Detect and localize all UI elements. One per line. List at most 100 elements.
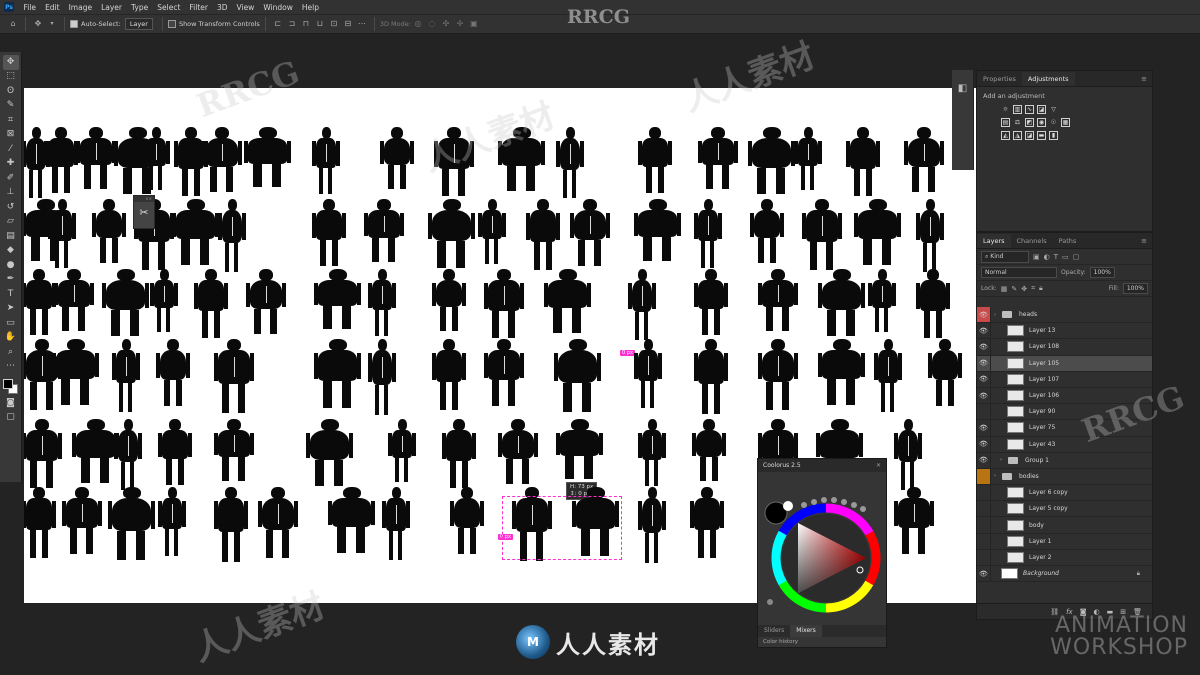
robot-silhouette[interactable]: [92, 199, 126, 263]
robot-silhouette[interactable]: [928, 339, 962, 406]
robot-silhouette[interactable]: [794, 127, 822, 190]
quick-mask-icon[interactable]: ◙: [3, 396, 19, 411]
robot-silhouette[interactable]: [818, 269, 865, 336]
robot-silhouette[interactable]: [368, 269, 396, 336]
coolorus-titlebar[interactable]: Coolorus 2.5 ✕: [758, 459, 886, 472]
transform-selection-box[interactable]: [502, 496, 622, 560]
visibility-eye-icon[interactable]: 👁︎: [977, 436, 991, 452]
robot-silhouette[interactable]: [450, 487, 484, 554]
layer-row[interactable]: 👁︎ Layer 106: [977, 387, 1152, 405]
color-balance-icon[interactable]: ⚖: [1013, 118, 1022, 127]
gradient-map-icon[interactable]: ▬: [1037, 131, 1046, 140]
menu-help[interactable]: Help: [297, 3, 323, 12]
lock-pixels-icon[interactable]: ✎: [1011, 285, 1017, 293]
black-white-icon[interactable]: ◩: [1025, 118, 1034, 127]
robot-silhouette[interactable]: [874, 339, 902, 412]
robot-silhouette[interactable]: [380, 127, 414, 189]
robot-silhouette[interactable]: [634, 339, 662, 408]
move-tool-preset-icon[interactable]: ✥: [33, 19, 43, 29]
robot-silhouette[interactable]: [44, 127, 78, 193]
robot-silhouette[interactable]: [556, 419, 603, 479]
robot-silhouette[interactable]: [544, 269, 591, 333]
robot-silhouette[interactable]: [692, 419, 726, 481]
channel-mixer-icon[interactable]: ☉: [1049, 118, 1058, 127]
align-center-icon[interactable]: ⊐: [287, 19, 297, 29]
home-icon[interactable]: ⌂: [8, 19, 18, 29]
history-brush-icon[interactable]: ↺: [3, 200, 19, 215]
menu-filter[interactable]: Filter: [185, 3, 213, 12]
color-swatches[interactable]: [2, 378, 20, 396]
visibility-eye-icon[interactable]: 👁︎: [977, 452, 991, 468]
lock-artboard-icon[interactable]: ⌗: [1031, 284, 1035, 293]
robot-silhouette[interactable]: [498, 127, 545, 191]
align-top-icon[interactable]: ⊔: [315, 19, 325, 29]
panel-menu-icon[interactable]: ≡: [1136, 72, 1152, 86]
brightness-icon[interactable]: ☼: [1001, 105, 1010, 114]
robot-silhouette[interactable]: [172, 199, 219, 265]
healing-brush-icon[interactable]: ✚: [3, 157, 19, 172]
robot-silhouette[interactable]: [818, 339, 865, 405]
robot-silhouette[interactable]: [854, 199, 901, 265]
brush-tool-icon[interactable]: ✐: [3, 171, 19, 186]
lasso-tool-icon[interactable]: ʘ: [3, 84, 19, 99]
menu-select[interactable]: Select: [153, 3, 185, 12]
tab-channels[interactable]: Channels: [1011, 234, 1053, 248]
chevron-right-icon[interactable]: ›: [991, 312, 999, 318]
robot-silhouette[interactable]: [214, 487, 248, 562]
robot-silhouette[interactable]: [904, 127, 944, 192]
visibility-eye-icon[interactable]: [977, 501, 991, 517]
robot-silhouette[interactable]: [694, 269, 728, 335]
robot-silhouette[interactable]: [54, 269, 94, 331]
robot-silhouette[interactable]: [694, 199, 722, 268]
floating-tool-panel[interactable]: ×× ✂: [133, 195, 155, 229]
3d-scale-icon[interactable]: ▣: [469, 19, 479, 29]
robot-silhouette[interactable]: [246, 269, 286, 334]
menu-type[interactable]: Type: [127, 3, 153, 12]
layer-group-row[interactable]: 👁︎ › Group 1: [977, 452, 1152, 469]
robot-silhouette[interactable]: [368, 339, 396, 415]
3d-roll-icon[interactable]: ◌: [427, 19, 437, 29]
secondary-color-swatch[interactable]: [783, 501, 793, 511]
visibility-eye-icon[interactable]: 👁︎: [977, 323, 991, 339]
layer-row[interactable]: Layer 5 copy: [977, 501, 1152, 518]
more-tools-icon[interactable]: ⋯: [3, 360, 19, 375]
align-right-icon[interactable]: ⊓: [301, 19, 311, 29]
layer-row[interactable]: 👁︎ Layer 105: [977, 355, 1152, 372]
layer-row[interactable]: Layer 1: [977, 533, 1152, 550]
swap-colors-icon[interactable]: [767, 599, 773, 605]
move-tool-icon[interactable]: ✥: [2, 55, 19, 70]
photo-filter-icon[interactable]: ◉: [1037, 118, 1046, 127]
layer-row[interactable]: 👁︎ Layer 107: [977, 371, 1152, 388]
robot-silhouette[interactable]: [174, 127, 208, 196]
selective-color-icon[interactable]: ▮: [1049, 131, 1058, 140]
tab-layers[interactable]: Layers: [977, 234, 1011, 248]
levels-icon[interactable]: ▥: [1013, 105, 1022, 114]
auto-select-dropdown[interactable]: Layer: [124, 18, 153, 30]
robot-silhouette[interactable]: [24, 269, 56, 335]
robot-silhouette[interactable]: [816, 419, 863, 483]
filter-kind-dropdown[interactable]: ⌕ Kind: [981, 250, 1029, 263]
robot-silhouette[interactable]: [758, 339, 798, 410]
align-left-icon[interactable]: ⊏: [273, 19, 283, 29]
robot-silhouette[interactable]: [244, 127, 291, 187]
robot-silhouette[interactable]: [194, 269, 228, 338]
tab-paths[interactable]: Paths: [1053, 234, 1083, 248]
close-icon[interactable]: ✕: [876, 462, 881, 469]
robot-silhouette[interactable]: [314, 339, 361, 408]
quick-select-tool-icon[interactable]: ✎: [3, 99, 19, 114]
robot-silhouette[interactable]: [634, 199, 681, 261]
robot-silhouette[interactable]: [306, 419, 353, 486]
robot-silhouette[interactable]: [526, 199, 560, 270]
visibility-eye-icon[interactable]: [977, 404, 991, 420]
filter-adjust-icon[interactable]: ◐: [1044, 253, 1050, 261]
robot-silhouette[interactable]: [894, 419, 922, 490]
panel-menu-icon[interactable]: ≡: [1136, 234, 1152, 248]
robot-silhouette[interactable]: [638, 487, 666, 563]
filter-smart-icon[interactable]: ▢: [1073, 253, 1080, 261]
robot-silhouette[interactable]: [478, 199, 506, 264]
robot-silhouette[interactable]: [382, 487, 410, 560]
robot-silhouette[interactable]: [868, 269, 896, 332]
posterize-icon[interactable]: ◮: [1013, 131, 1022, 140]
robot-silhouette[interactable]: [312, 199, 346, 266]
tab-sliders[interactable]: Sliders: [758, 625, 790, 637]
